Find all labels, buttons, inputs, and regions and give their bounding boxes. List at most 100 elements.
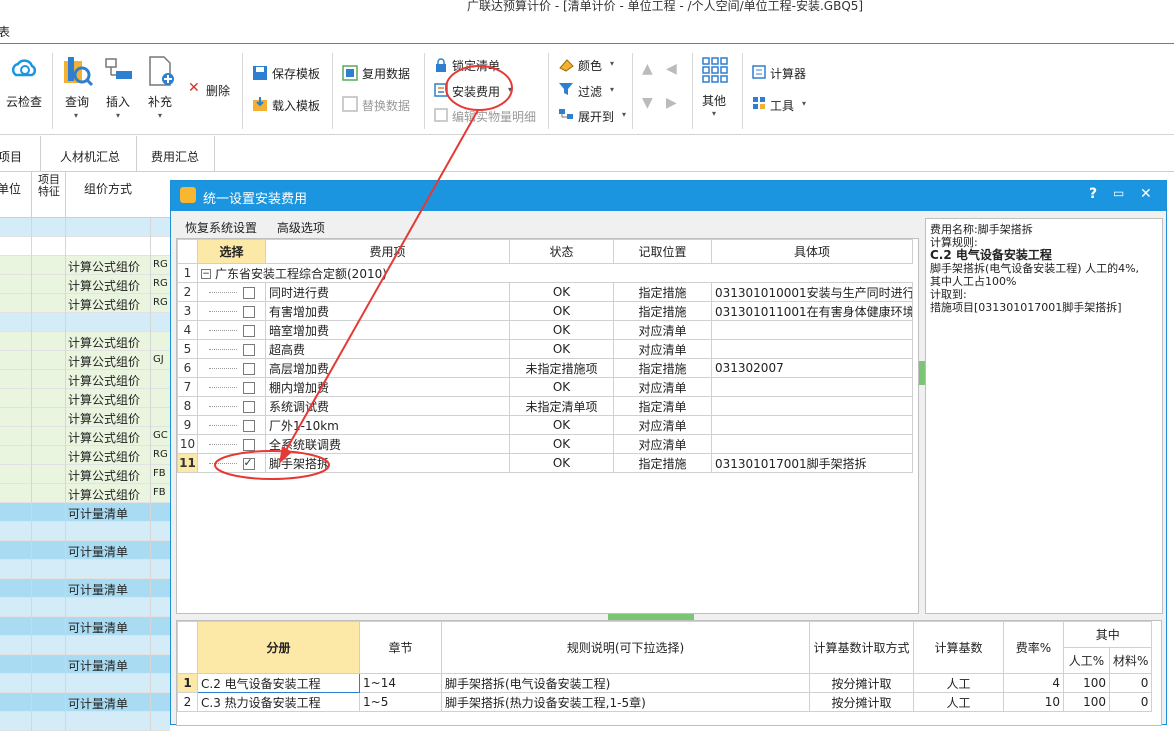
bg-table-row[interactable]: 可计量清单 <box>0 541 170 560</box>
fee-position[interactable]: 指定清单 <box>613 396 712 416</box>
menu-item-fragment[interactable]: 表 <box>0 23 10 40</box>
reuse-data-button[interactable]: 复用数据 <box>362 65 410 82</box>
bg-table-row[interactable]: 计算公式组价 <box>0 408 170 427</box>
bg-table-row[interactable]: 计算公式组价 RG <box>0 294 170 313</box>
tab-fee-summary[interactable]: 费用汇总 <box>151 148 199 165</box>
select-cell[interactable] <box>197 377 266 397</box>
load-template-button[interactable]: 载入模板 <box>272 97 320 114</box>
lock-list-button[interactable]: 锁定清单 <box>452 57 500 74</box>
select-checkbox[interactable] <box>242 419 255 432</box>
fee-detail[interactable]: 031301011001在有害身体健康环境… <box>711 301 913 321</box>
rule-base-mode[interactable]: 按分摊计取 <box>809 673 914 693</box>
rule-material-pct[interactable]: 0 <box>1108 673 1153 693</box>
bg-table-row[interactable]: 计算公式组价 RG <box>0 446 170 465</box>
group-row[interactable]: 1 − 广东省安装工程综合定额(2010) <box>177 263 913 283</box>
filter-dropdown-icon[interactable]: ▾ <box>610 85 614 94</box>
maximize-icon[interactable]: ▭ <box>1113 186 1124 200</box>
bg-table-row[interactable] <box>0 598 170 617</box>
rule-book[interactable]: C.2 电气设备安装工程 <box>197 673 360 693</box>
expand-dropdown-icon[interactable]: ▾ <box>622 110 626 119</box>
help-icon[interactable]: ? <box>1089 186 1097 202</box>
expand-to-button[interactable]: 展开到 <box>578 108 614 125</box>
move-down-icon[interactable]: ▼ <box>642 95 653 111</box>
bg-table-row[interactable]: 计算公式组价 RG <box>0 275 170 294</box>
fee-detail[interactable]: 031301017001脚手架搭拆 <box>711 453 913 473</box>
select-cell[interactable] <box>197 301 266 321</box>
select-checkbox[interactable] <box>242 400 255 413</box>
bg-table-row[interactable] <box>0 237 170 256</box>
fee-position[interactable]: 对应清单 <box>613 339 712 359</box>
fee-row[interactable]: 6 高层增加费 未指定措施项 指定措施 031302007 <box>177 358 913 378</box>
fee-row[interactable]: 8 系统调试费 未指定清单项 指定清单 <box>177 396 913 416</box>
splitter-handle[interactable] <box>919 361 925 385</box>
rule-description[interactable]: 脚手架搭拆(热力设备安装工程,1-5章) <box>441 692 810 712</box>
bg-table-row[interactable]: 计算公式组价 <box>0 332 170 351</box>
fee-detail[interactable] <box>711 415 913 435</box>
select-cell[interactable] <box>197 358 266 378</box>
bg-table-row[interactable] <box>0 522 170 541</box>
select-cell[interactable] <box>197 396 266 416</box>
select-checkbox[interactable] <box>242 286 255 299</box>
fee-position[interactable]: 对应清单 <box>613 377 712 397</box>
fee-detail[interactable]: 031301010001安装与生产同时进行… <box>711 282 913 302</box>
tab-labor-material[interactable]: 人材机汇总 <box>60 148 120 165</box>
install-fee-dropdown-icon[interactable]: ▾ <box>508 85 512 94</box>
select-cell[interactable] <box>197 282 266 302</box>
rule-labor-pct[interactable]: 100 <box>1063 692 1110 712</box>
bg-table-row[interactable]: 计算公式组价 GC <box>0 427 170 446</box>
select-cell[interactable] <box>197 453 266 473</box>
fee-detail[interactable]: 031302007 <box>711 358 913 378</box>
rule-rate[interactable]: 4 <box>1003 673 1064 693</box>
insert-button[interactable]: 插入 <box>106 93 130 110</box>
fee-position[interactable]: 对应清单 <box>613 434 712 454</box>
color-button[interactable]: 颜色 <box>578 57 602 74</box>
query-dropdown-icon[interactable]: ▾ <box>74 111 78 120</box>
rule-material-pct[interactable]: 0 <box>1108 692 1153 712</box>
supplement-button[interactable]: 补充 <box>148 93 172 110</box>
color-dropdown-icon[interactable]: ▾ <box>610 59 614 68</box>
delete-button[interactable]: 删除 <box>206 82 230 99</box>
fee-row[interactable]: 9 厂外1-10km OK 对应清单 <box>177 415 913 435</box>
fee-position[interactable]: 指定措施 <box>613 301 712 321</box>
fee-row[interactable]: 10 全系统联调费 OK 对应清单 <box>177 434 913 454</box>
select-cell[interactable] <box>197 434 266 454</box>
select-checkbox[interactable] <box>242 305 255 318</box>
fee-position[interactable]: 对应清单 <box>613 320 712 340</box>
query-button[interactable]: 查询 <box>65 93 89 110</box>
advanced-options-button[interactable]: 高级选项 <box>277 221 325 235</box>
fee-row[interactable]: 3 有害增加费 OK 指定措施 031301011001在有害身体健康环境… <box>177 301 913 321</box>
fee-row[interactable]: 11 脚手架搭拆OK指定措施031301017001脚手架搭拆 <box>177 453 913 473</box>
select-checkbox[interactable] <box>242 381 255 394</box>
select-checkbox[interactable] <box>242 456 255 470</box>
header-book[interactable]: 分册 <box>197 621 360 674</box>
rule-base[interactable]: 人工 <box>913 692 1004 712</box>
bg-table-row[interactable] <box>0 218 170 237</box>
fee-position[interactable]: 指定措施 <box>613 282 712 302</box>
bg-table-row[interactable]: 计算公式组价 FB <box>0 484 170 503</box>
bg-table-row[interactable]: 可计量清单 <box>0 503 170 522</box>
rule-row[interactable]: 1 C.2 电气设备安装工程 1~14 脚手架搭拆(电气设备安装工程) 按分摊计取 人工 4… <box>177 673 1153 693</box>
tools-button[interactable]: 工具 <box>770 97 794 114</box>
fee-detail[interactable] <box>711 320 913 340</box>
bg-table-row[interactable]: 可计量清单 <box>0 655 170 674</box>
other-button[interactable]: 其他 <box>702 92 726 109</box>
fee-position[interactable]: 指定措施 <box>613 453 712 473</box>
bg-table-row[interactable] <box>0 712 170 731</box>
supplement-dropdown-icon[interactable]: ▾ <box>158 111 162 120</box>
select-checkbox[interactable] <box>242 438 255 451</box>
rule-book[interactable]: C.3 热力设备安装工程 <box>197 692 360 712</box>
tab-items[interactable]: 项目 <box>0 148 22 165</box>
bg-table-row[interactable] <box>0 674 170 693</box>
fee-detail[interactable] <box>711 396 913 416</box>
bg-table-row[interactable]: 可计量清单 <box>0 693 170 712</box>
move-right-icon[interactable]: ▶ <box>666 95 677 111</box>
rule-rate[interactable]: 10 <box>1003 692 1064 712</box>
bg-table-row[interactable]: 计算公式组价 <box>0 370 170 389</box>
select-cell[interactable] <box>197 320 266 340</box>
fee-row[interactable]: 5 超高费 OK 对应清单 <box>177 339 913 359</box>
rule-base-mode[interactable]: 按分摊计取 <box>809 692 914 712</box>
rule-description[interactable]: 脚手架搭拆(电气设备安装工程) <box>441 673 810 693</box>
edit-detail-button[interactable]: 编辑实物量明细 <box>452 108 536 125</box>
bg-table-row[interactable]: 计算公式组价 FB <box>0 465 170 484</box>
cloud-check-button[interactable]: 云检查 <box>6 93 42 110</box>
